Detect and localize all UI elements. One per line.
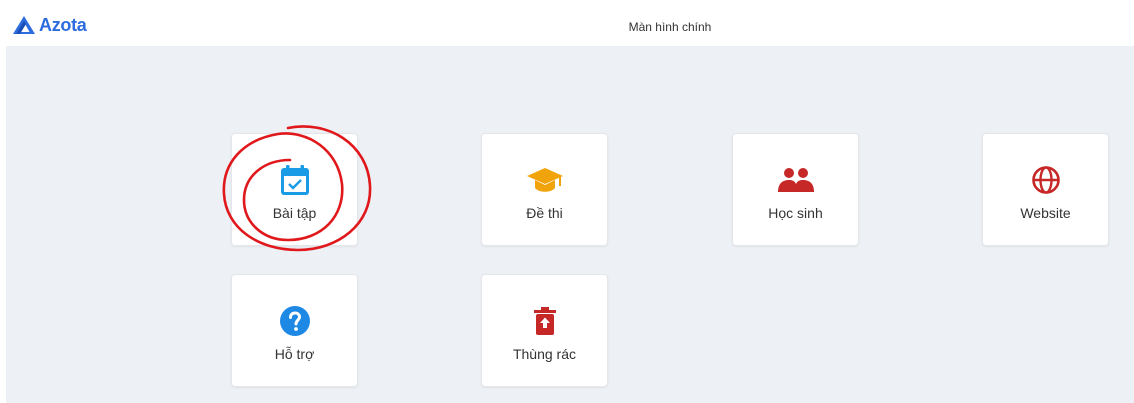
tile-assignments[interactable]: Bài tập [231, 133, 358, 246]
tile-label: Bài tập [272, 205, 317, 221]
tile-support[interactable]: Hỗ trợ [231, 274, 358, 387]
tile-label: Học sinh [768, 205, 823, 221]
tile-trash[interactable]: Thùng rác [481, 274, 608, 387]
question-circle-icon [232, 304, 357, 338]
tile-website[interactable]: Website [982, 133, 1109, 246]
graduation-cap-icon [482, 163, 607, 197]
users-icon [733, 163, 858, 197]
tile-label: Website [1020, 205, 1071, 221]
tile-label: Đề thi [526, 205, 563, 221]
trash-restore-icon [482, 304, 607, 338]
top-bar: Azota Màn hình chính [0, 0, 1134, 46]
globe-icon [983, 163, 1108, 197]
page-title: Màn hình chính [628, 20, 712, 34]
tile-label: Thùng rác [512, 346, 577, 362]
tile-label: Hỗ trợ [274, 346, 315, 362]
tile-students[interactable]: Học sinh [732, 133, 859, 246]
tile-exams[interactable]: Đề thi [481, 133, 608, 246]
calendar-check-icon [232, 163, 357, 197]
